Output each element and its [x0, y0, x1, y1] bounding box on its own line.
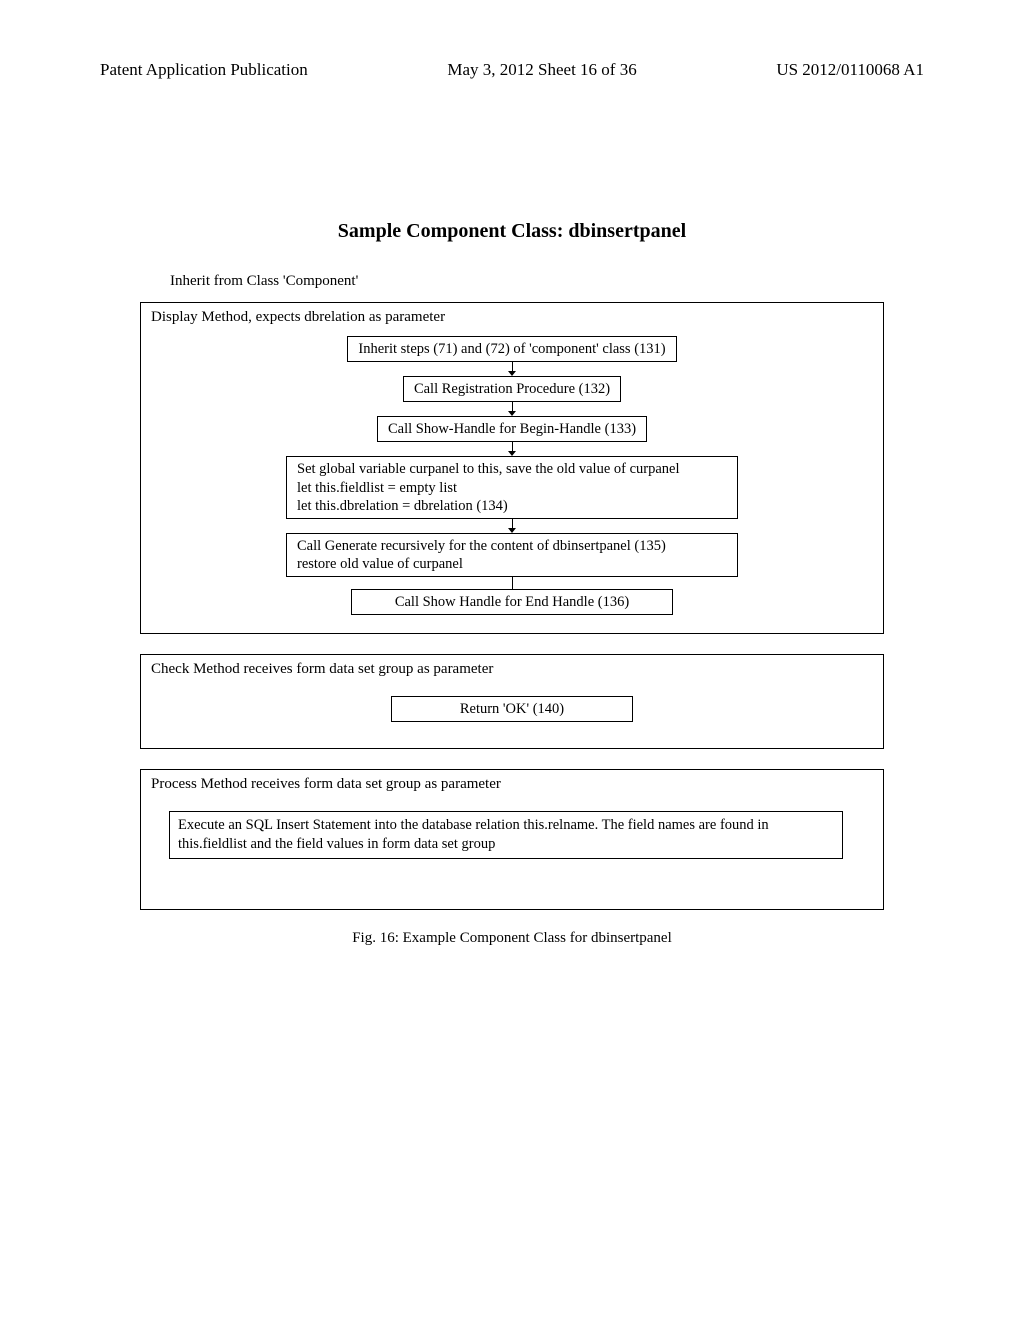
display-method-label: Display Method, expects dbrelation as pa… — [151, 309, 873, 326]
page-header: Patent Application Publication May 3, 20… — [100, 60, 924, 80]
header-center: May 3, 2012 Sheet 16 of 36 — [447, 60, 636, 80]
step-133: Call Show-Handle for Begin-Handle (133) — [377, 416, 647, 442]
process-method-box: Process Method receives form data set gr… — [140, 769, 884, 910]
arrow-icon — [508, 519, 516, 533]
inherit-statement: Inherit from Class 'Component' — [170, 273, 924, 290]
arrow-icon — [508, 362, 516, 376]
check-method-label: Check Method receives form data set grou… — [151, 661, 873, 678]
display-method-flow: Inherit steps (71) and (72) of 'componen… — [151, 336, 873, 615]
figure-title: Sample Component Class: dbinsertpanel — [100, 220, 924, 243]
display-method-box: Display Method, expects dbrelation as pa… — [140, 302, 884, 634]
process-method-label: Process Method receives form data set gr… — [151, 776, 873, 793]
connector-line — [512, 577, 513, 589]
check-method-box: Check Method receives form data set grou… — [140, 654, 884, 749]
step-136: Call Show Handle for End Handle (136) — [351, 589, 673, 615]
check-method-flow: Return 'OK' (140) — [151, 696, 873, 722]
header-left: Patent Application Publication — [100, 60, 308, 80]
step-140: Return 'OK' (140) — [391, 696, 633, 722]
process-method-inner: Execute an SQL Insert Statement into the… — [169, 811, 843, 859]
header-right: US 2012/0110068 A1 — [776, 60, 924, 80]
step-134: Set global variable curpanel to this, sa… — [286, 456, 738, 518]
arrow-icon — [508, 402, 516, 416]
figure-caption: Fig. 16: Example Component Class for dbi… — [100, 930, 924, 947]
page: Patent Application Publication May 3, 20… — [0, 0, 1024, 1320]
step-135: Call Generate recursively for the conten… — [286, 533, 738, 577]
step-132: Call Registration Procedure (132) — [403, 376, 621, 402]
arrow-icon — [508, 442, 516, 456]
step-131: Inherit steps (71) and (72) of 'componen… — [347, 336, 676, 362]
